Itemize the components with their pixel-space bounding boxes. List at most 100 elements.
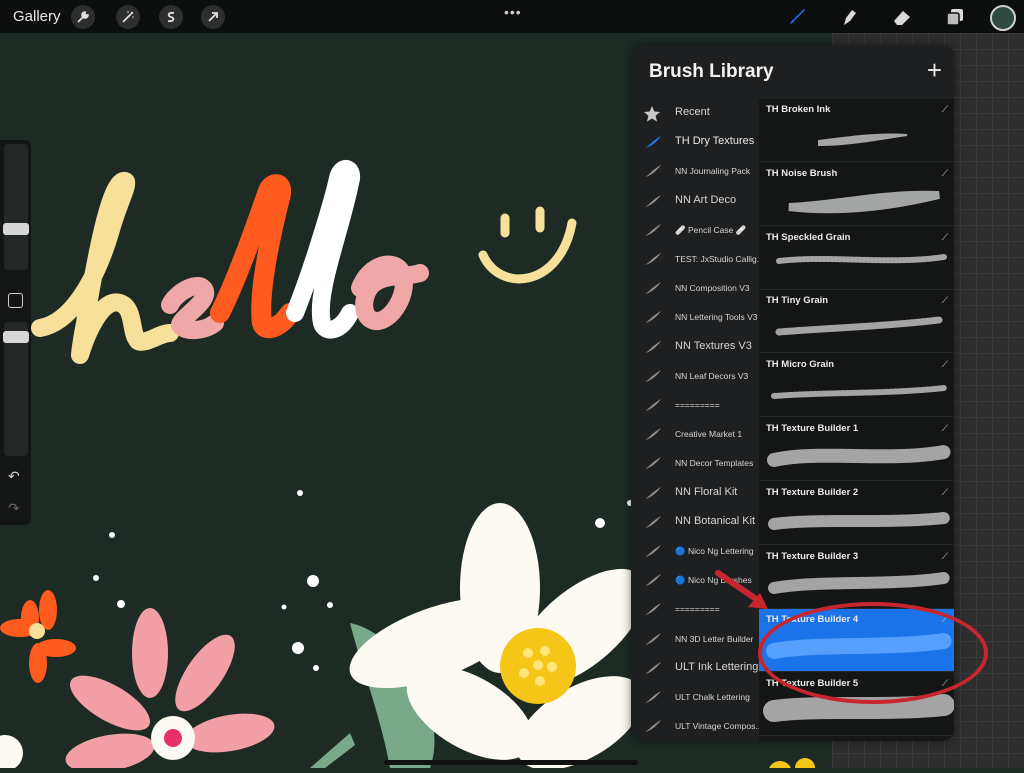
brush-set-item[interactable]: NN Botanical Kit [631, 508, 761, 537]
brush-stroke-icon [643, 134, 663, 150]
brush-item[interactable]: TH Noise Brush ⟋ [759, 162, 954, 226]
brush-set-label: ULT Ink Lettering [675, 660, 759, 673]
more-options-icon[interactable]: ••• [504, 4, 522, 20]
brush-stroke-icon [643, 368, 663, 384]
brush-set-item[interactable]: NN Lettering Tools V3 [631, 303, 761, 332]
annotation-circle [758, 602, 988, 704]
brush-size-knob[interactable] [3, 223, 29, 235]
leaf-small [310, 733, 355, 768]
brush-set-item[interactable]: NN Art Deco [631, 187, 761, 216]
redo-icon[interactable]: ↷ [8, 500, 20, 517]
transform-arrow-icon[interactable] [201, 5, 225, 29]
brush-set-item[interactable]: ULT Chalk Lettering [631, 683, 761, 712]
brush-stroke-icon [643, 485, 663, 501]
layers-icon[interactable] [942, 4, 968, 30]
brush-set-item[interactable]: 🩹 Pencil Case 🩹 [631, 216, 761, 245]
brush-set-label: NN Composition V3 [675, 283, 750, 294]
brush-pressure-icon: ⟋ [941, 231, 948, 242]
brush-pressure-icon: ⟋ [941, 423, 948, 433]
brush-set-item[interactable]: Creative Market 1 [631, 420, 761, 449]
annotation-arrow-icon [715, 570, 768, 609]
brush-pressure-icon: ⟋ [941, 295, 948, 306]
brush-set-item[interactable]: ULT Ink Lettering [631, 654, 761, 683]
brush-set-label: TEST: JxStudio Callig... [675, 254, 761, 264]
wrench-icon[interactable] [71, 5, 95, 29]
brush-set-label: NN Textures V3 [675, 339, 752, 352]
brush-name: TH Texture Builder 2 [766, 486, 859, 498]
brush-item[interactable]: TH Texture Builder 1 ⟋ [759, 418, 954, 481]
brush-name: TH Micro Grain [766, 359, 835, 371]
brush-set-label: NN Lettering Tools V3 [675, 312, 758, 323]
gallery-button[interactable]: Gallery [13, 8, 61, 25]
brush-set-item[interactable]: NN Decor Templates [631, 449, 761, 478]
brush-stroke-preview [776, 253, 947, 264]
selection-s-icon[interactable] [159, 5, 183, 29]
brush-pressure-icon: ⟋ [941, 167, 948, 178]
brush-stroke-preview [767, 445, 951, 467]
home-indicator [384, 760, 638, 765]
top-toolbar: Gallery ••• [0, 0, 1024, 33]
brush-stroke-preview [818, 133, 908, 147]
orange-flower [0, 590, 76, 683]
brush-item[interactable]: TH Texture Builder 2 ⟋ [759, 481, 954, 545]
brush-set-item[interactable]: NN Textures V3 [631, 333, 761, 362]
brush-stroke-icon [643, 397, 663, 413]
brush-stroke-icon [643, 543, 663, 559]
brush-set-item[interactable]: NN 3D Letter Builder [631, 625, 761, 654]
eraser-icon[interactable] [889, 4, 915, 30]
brush-pressure-icon: ⟋ [941, 550, 948, 561]
brush-stroke-icon [643, 660, 663, 676]
brush-size-slider[interactable] [4, 144, 28, 270]
brush-item[interactable]: TH Speckled Grain ⟋ [759, 226, 954, 290]
brush-item[interactable]: TH Broken Ink ⟋ [759, 99, 954, 162]
small-white-flower [0, 735, 23, 771]
brush-stroke-preview [768, 571, 950, 594]
brush-stroke-icon [643, 222, 663, 238]
brush-name: TH Noise Brush [766, 167, 838, 179]
undo-icon[interactable]: ↶ [8, 468, 20, 485]
brush-stroke-icon [643, 251, 663, 267]
brush-set-item[interactable]: NN Leaf Decors V3 [631, 362, 761, 391]
brush-set-label: NN 3D Letter Builder [675, 633, 754, 644]
brush-set-item[interactable]: ========= [631, 391, 761, 420]
brush-set-label: ULT Vintage Compos... [675, 721, 761, 732]
magic-wand-icon[interactable] [116, 5, 140, 29]
brush-set-label: NN Leaf Decors V3 [675, 370, 749, 381]
brush-item[interactable]: TH Micro Grain ⟋ [759, 354, 954, 418]
brush-stroke-icon [643, 601, 663, 617]
brush-set-item[interactable]: NN Floral Kit [631, 479, 761, 508]
brush-name: TH Speckled Grain [766, 231, 851, 243]
brush-stroke-preview [775, 316, 943, 336]
brush-stroke-icon [643, 631, 663, 647]
brush-stroke-icon [643, 193, 663, 209]
brush-icon[interactable] [783, 4, 809, 30]
brush-set-item[interactable]: NN Journaling Pack [631, 157, 761, 186]
brush-item[interactable]: TH Texture Builder 3 ⟋ [759, 545, 954, 609]
brush-library-title: Brush Library [649, 61, 774, 82]
brush-stroke-preview [768, 511, 950, 530]
brush-stroke-icon [643, 280, 663, 296]
smudge-icon[interactable] [836, 4, 862, 30]
brush-name: TH Texture Builder 1 [766, 423, 859, 434]
brush-name: TH Tiny Grain [766, 295, 829, 307]
brush-set-item[interactable]: TH Dry Textures [631, 128, 761, 157]
brush-stroke-icon [643, 163, 663, 179]
brush-set-item[interactable]: NN Composition V3 [631, 274, 761, 303]
brush-set-item[interactable]: Recent [631, 99, 761, 128]
brush-set-label: NN Art Deco [675, 193, 737, 206]
brush-stroke-icon [643, 339, 663, 355]
color-picker-swatch[interactable] [990, 5, 1016, 31]
brush-set-item[interactable]: TEST: JxStudio Callig... [631, 245, 761, 274]
opacity-knob[interactable] [3, 331, 29, 343]
brush-stroke-icon [643, 309, 663, 325]
brush-set-label: NN Decor Templates [675, 458, 754, 469]
star-icon [643, 105, 663, 122]
brush-stroke-preview [788, 190, 940, 214]
add-brush-button[interactable]: + [927, 57, 942, 83]
modify-button[interactable] [8, 293, 23, 308]
brush-set-item[interactable]: ULT Vintage Compos... [631, 712, 761, 741]
smiley-doodle [478, 206, 577, 284]
brush-set-item[interactable]: 🔵 Nico Ng Lettering [631, 537, 761, 566]
brush-item[interactable]: TH Tiny Grain ⟋ [759, 290, 954, 354]
brush-stroke-preview [771, 385, 947, 400]
